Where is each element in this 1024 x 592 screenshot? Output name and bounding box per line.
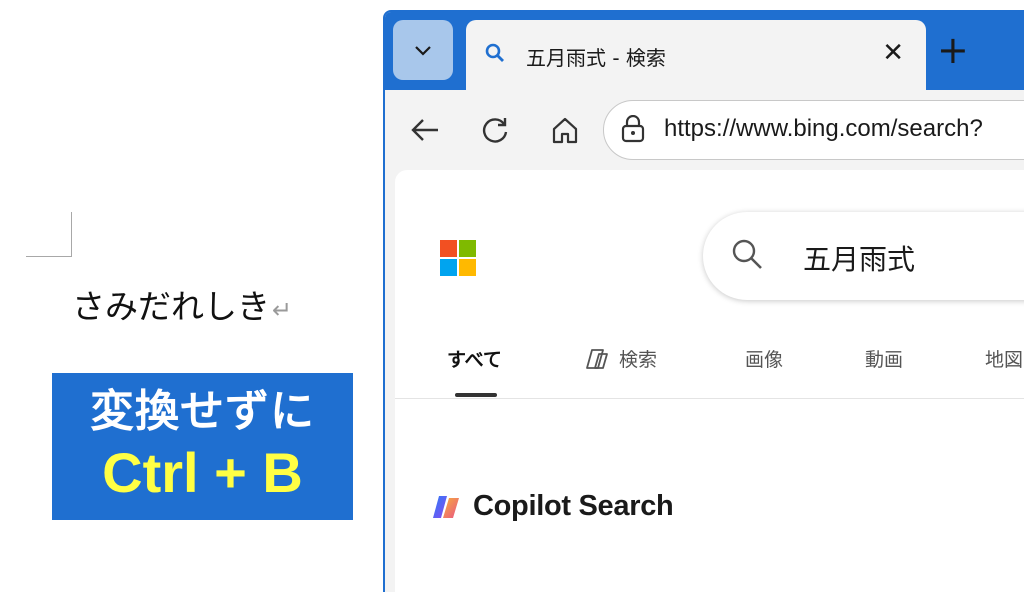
tab-search[interactable]: 検索 xyxy=(581,345,657,372)
shortcut-callout: 変換せずに Ctrl + B xyxy=(52,373,353,520)
document-typed-text: さみだれしき xyxy=(72,287,270,326)
tabs-divider xyxy=(395,398,1024,399)
tab-all-label: すべて xyxy=(447,349,502,371)
refresh-icon xyxy=(482,118,508,143)
search-icon xyxy=(485,43,504,62)
tab-strip: 五月雨式 - 検索 ✕ + xyxy=(385,12,1024,90)
tab-videos[interactable]: 動画 xyxy=(865,345,903,372)
tab-images[interactable]: 画像 xyxy=(745,345,783,372)
home-icon xyxy=(552,117,578,144)
home-button[interactable] xyxy=(543,108,587,152)
browser-window: 五月雨式 - 検索 ✕ + https://www.bing.com/searc… xyxy=(383,10,1024,592)
search-tabs: すべて 検索 画像 動画 地図 xyxy=(395,345,1024,397)
search-icon xyxy=(732,239,762,269)
toolbar: https://www.bing.com/search? xyxy=(385,90,1024,170)
chevron-down-icon xyxy=(415,46,431,56)
tab-maps-label: 地図 xyxy=(985,349,1024,371)
microsoft-logo[interactable] xyxy=(440,240,476,276)
close-tab-icon[interactable]: ✕ xyxy=(882,38,904,68)
tab-videos-label: 動画 xyxy=(865,349,904,371)
copilot-icon xyxy=(433,495,459,518)
document-text[interactable]: さみだれしき↵ xyxy=(72,280,292,328)
copilot-search-heading[interactable]: Copilot Search xyxy=(429,490,674,523)
tab-search-label: 検索 xyxy=(619,349,658,371)
bing-page: 五月雨式 すべて 検索 画像 動画 地図 Copilot Search xyxy=(395,170,1024,592)
page-margin-mark xyxy=(26,212,72,257)
return-mark-icon: ↵ xyxy=(272,296,293,324)
copilot-outline-icon xyxy=(586,348,608,369)
tab-list-button[interactable] xyxy=(393,20,453,80)
search-input[interactable]: 五月雨式 xyxy=(703,212,1024,300)
tab-title: 五月雨式 - 検索 xyxy=(526,46,666,70)
callout-title: 変換せずに xyxy=(90,386,315,437)
url-text: https://www.bing.com/search? xyxy=(664,115,983,142)
search-query: 五月雨式 xyxy=(803,243,916,276)
tab-all[interactable]: すべて xyxy=(447,345,502,397)
address-bar[interactable]: https://www.bing.com/search? xyxy=(603,100,1024,160)
callout-shortcut: Ctrl + B xyxy=(102,441,303,504)
tab-active[interactable]: 五月雨式 - 検索 ✕ xyxy=(466,20,926,90)
new-tab-button[interactable]: + xyxy=(937,30,969,70)
copilot-search-label: Copilot Search xyxy=(473,490,674,522)
back-arrow-icon xyxy=(411,119,438,141)
lock-icon xyxy=(621,115,645,143)
tab-maps[interactable]: 地図 xyxy=(985,345,1023,372)
tab-images-label: 画像 xyxy=(745,349,784,371)
refresh-button[interactable] xyxy=(473,108,517,152)
back-button[interactable] xyxy=(403,108,447,152)
active-tab-indicator xyxy=(455,393,497,397)
